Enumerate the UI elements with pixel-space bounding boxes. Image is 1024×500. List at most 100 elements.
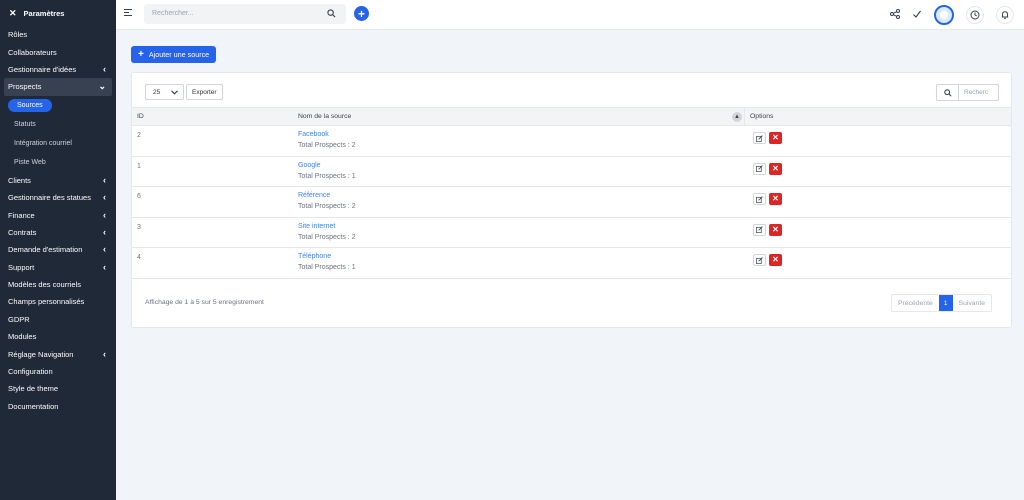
sidebar-subitem-statuts[interactable]: Statuts bbox=[0, 115, 116, 134]
cell-total-prospects: Total Prospects : 2 bbox=[298, 203, 356, 211]
source-name-link[interactable]: Site internet bbox=[298, 223, 335, 230]
add-source-button[interactable]: + Ajouter une source bbox=[131, 46, 217, 63]
cell-id: 4 bbox=[137, 254, 141, 262]
search-placeholder: Rechercher... bbox=[152, 10, 194, 17]
sidebar-item-modules[interactable]: Modules bbox=[0, 328, 116, 345]
sidebar-item-contrats[interactable]: Contrats ‹ bbox=[0, 224, 116, 241]
share-icon[interactable] bbox=[890, 9, 900, 21]
delete-icon: ✕ bbox=[772, 194, 779, 204]
table-row: 6 Référence Total Prospects : 2 ✕ bbox=[132, 187, 1011, 218]
sidebar-item-label: Modules bbox=[8, 332, 37, 342]
sidebar-item-label: Prospects bbox=[8, 82, 42, 92]
clock-icon[interactable] bbox=[966, 6, 984, 24]
sidebar-item-gestionnaire-d-idees[interactable]: Gestionnaire d'idées ‹ bbox=[0, 61, 116, 78]
delete-icon: ✕ bbox=[772, 224, 779, 234]
chevron-left-icon: ‹ bbox=[103, 209, 106, 220]
edit-icon bbox=[756, 226, 763, 234]
source-name-link[interactable]: Facebook bbox=[298, 131, 329, 138]
column-header-options: Options bbox=[750, 113, 774, 120]
top-bar: Rechercher... + bbox=[116, 0, 1024, 30]
sidebar-subitem-sources[interactable]: Sources bbox=[0, 96, 116, 115]
edit-button[interactable] bbox=[753, 223, 766, 236]
edit-icon bbox=[756, 195, 763, 203]
sidebar-item-gdpr[interactable]: GDPR bbox=[0, 311, 116, 328]
cell-total-prospects: Total Prospects : 2 bbox=[298, 142, 356, 149]
hamburger-menu-icon[interactable] bbox=[124, 9, 132, 19]
edit-button[interactable] bbox=[753, 254, 766, 267]
sidebar-item-style-de-theme[interactable]: Style de theme bbox=[0, 380, 116, 397]
sidebar-item-label: Modèles des courriels bbox=[8, 280, 81, 290]
delete-button[interactable]: ✕ bbox=[769, 132, 782, 144]
sidebar-item-clients[interactable]: Clients ‹ bbox=[0, 172, 116, 189]
export-button[interactable]: Exporter bbox=[186, 84, 223, 100]
avatar[interactable] bbox=[934, 5, 954, 25]
chevron-left-icon: ‹ bbox=[103, 63, 106, 74]
pagination-next[interactable]: Suivante bbox=[953, 295, 991, 311]
chevron-left-icon: ‹ bbox=[103, 261, 106, 272]
sidebar-title: Paramètres bbox=[23, 8, 65, 18]
source-name-link[interactable]: Google bbox=[298, 162, 321, 169]
chevron-left-icon: ‹ bbox=[103, 192, 106, 203]
sidebar-item-documentation[interactable]: Documentation bbox=[0, 398, 116, 415]
sidebar-item-label: Demande d'estimation bbox=[8, 245, 83, 255]
page-length-value: 25 bbox=[153, 88, 161, 96]
cell-id: 1 bbox=[137, 162, 141, 170]
sidebar-item-label: Finance bbox=[8, 210, 35, 220]
column-header-name[interactable]: Nom de la source bbox=[298, 113, 351, 120]
sidebar-item-roles[interactable]: Rôles bbox=[0, 26, 116, 43]
edit-button[interactable] bbox=[753, 162, 766, 175]
delete-button[interactable]: ✕ bbox=[769, 193, 782, 206]
quick-add-button[interactable]: + bbox=[354, 6, 369, 21]
sidebar-item-gestionnaire-des-statues[interactable]: Gestionnaire des statues ‹ bbox=[0, 189, 116, 206]
pagination-page-current[interactable]: 1 bbox=[938, 295, 953, 311]
table-row: 1 Google Total Prospects : 1 ✕ bbox=[132, 157, 1011, 188]
column-header-id[interactable]: ID bbox=[137, 113, 144, 120]
global-search-input[interactable]: Rechercher... bbox=[144, 4, 346, 24]
table-search[interactable]: Recherc bbox=[936, 84, 999, 101]
sidebar-item-collaborateurs[interactable]: Collaborateurs bbox=[0, 43, 116, 60]
sidebar-item-prospects[interactable]: Prospects ⌄ bbox=[4, 78, 112, 96]
sidebar-item-label: Rôles bbox=[8, 30, 28, 40]
add-source-label: Ajouter une source bbox=[148, 50, 210, 59]
cell-total-prospects: Total Prospects : 1 bbox=[298, 264, 356, 272]
table-row: 4 Téléphone Total Prospects : 1 ✕ bbox=[132, 248, 1011, 279]
plus-icon: + bbox=[138, 48, 144, 60]
topbar-actions bbox=[890, 3, 1014, 27]
sidebar-item-support[interactable]: Support ‹ bbox=[0, 259, 116, 276]
edit-button[interactable] bbox=[753, 132, 766, 144]
check-icon[interactable] bbox=[912, 9, 922, 21]
delete-button[interactable]: ✕ bbox=[769, 223, 782, 236]
sidebar-item-modeles-des-courriels[interactable]: Modèles des courriels bbox=[0, 276, 116, 293]
table-search-input[interactable]: Recherc bbox=[959, 89, 988, 96]
cell-total-prospects: Total Prospects : 1 bbox=[298, 172, 356, 180]
sort-ascending-icon[interactable]: ▲ bbox=[732, 112, 742, 122]
sidebar-item-champs-personnalises[interactable]: Champs personnalisés bbox=[0, 293, 116, 310]
sidebar-item-demande-d-estimation[interactable]: Demande d'estimation ‹ bbox=[0, 241, 116, 258]
cell-id: 3 bbox=[137, 223, 141, 231]
sidebar-item-label: GDPR bbox=[8, 314, 30, 324]
delete-icon: ✕ bbox=[772, 163, 779, 173]
sidebar-item-label: Réglage Navigation bbox=[8, 349, 74, 359]
search-icon[interactable] bbox=[327, 9, 336, 20]
sidebar-item-finance[interactable]: Finance ‹ bbox=[0, 206, 116, 223]
sidebar-subitem-integration-courriel[interactable]: Intégration courriel bbox=[0, 134, 116, 153]
table-header: ID Nom de la source ▲ Options bbox=[132, 107, 1011, 126]
bell-icon[interactable] bbox=[996, 6, 1014, 24]
sidebar-item-reglage-navigation[interactable]: Réglage Navigation ‹ bbox=[0, 345, 116, 362]
sidebar-subitem-piste-web[interactable]: Piste Web bbox=[0, 153, 116, 172]
source-name-link[interactable]: Référence bbox=[298, 192, 330, 199]
delete-button[interactable]: ✕ bbox=[769, 162, 782, 175]
edit-icon bbox=[756, 257, 763, 264]
sidebar-item-configuration[interactable]: Configuration bbox=[0, 363, 116, 380]
source-name-link[interactable]: Téléphone bbox=[298, 253, 331, 260]
pagination-previous[interactable]: Précédente bbox=[892, 295, 939, 311]
close-icon[interactable]: ✕ bbox=[9, 8, 17, 19]
sidebar-item-label: Contrats bbox=[8, 227, 37, 237]
page-length-select[interactable]: 25 bbox=[145, 84, 184, 100]
chevron-left-icon: ‹ bbox=[103, 174, 106, 185]
delete-button[interactable]: ✕ bbox=[769, 254, 782, 267]
edit-button[interactable] bbox=[753, 193, 766, 206]
edit-icon bbox=[756, 134, 763, 142]
chevron-left-icon: ‹ bbox=[103, 348, 106, 359]
delete-icon: ✕ bbox=[772, 133, 779, 142]
